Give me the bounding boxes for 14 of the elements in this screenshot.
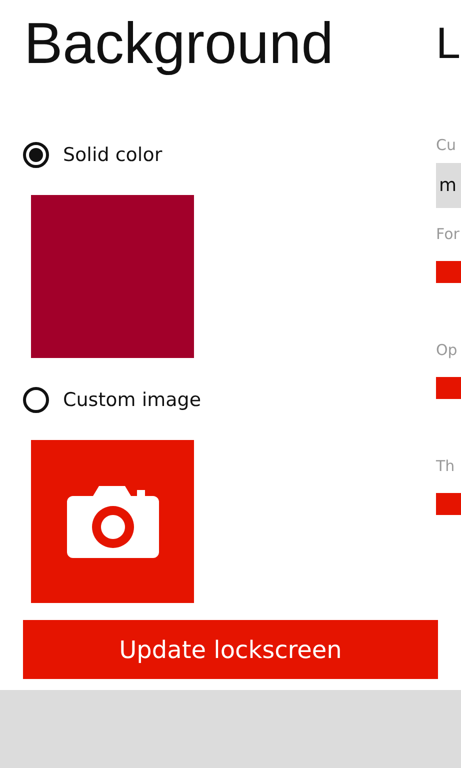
field-label: Cu: [436, 135, 457, 155]
image-picker[interactable]: [31, 440, 194, 603]
page-title: Background: [24, 10, 335, 78]
radio-button[interactable]: [23, 142, 49, 168]
setting-label: Op: [436, 340, 458, 360]
option-label[interactable]: Custom image: [63, 389, 202, 411]
option-label[interactable]: Solid color: [63, 144, 162, 166]
panel-title: L: [436, 18, 460, 70]
radio-button[interactable]: [23, 387, 49, 413]
update-lockscreen-button[interactable]: Update lockscreen: [23, 620, 438, 679]
text-field[interactable]: m: [436, 163, 461, 208]
color-swatch[interactable]: [31, 195, 194, 358]
setting-label: For: [436, 224, 460, 244]
setting-label: Th: [436, 456, 456, 476]
